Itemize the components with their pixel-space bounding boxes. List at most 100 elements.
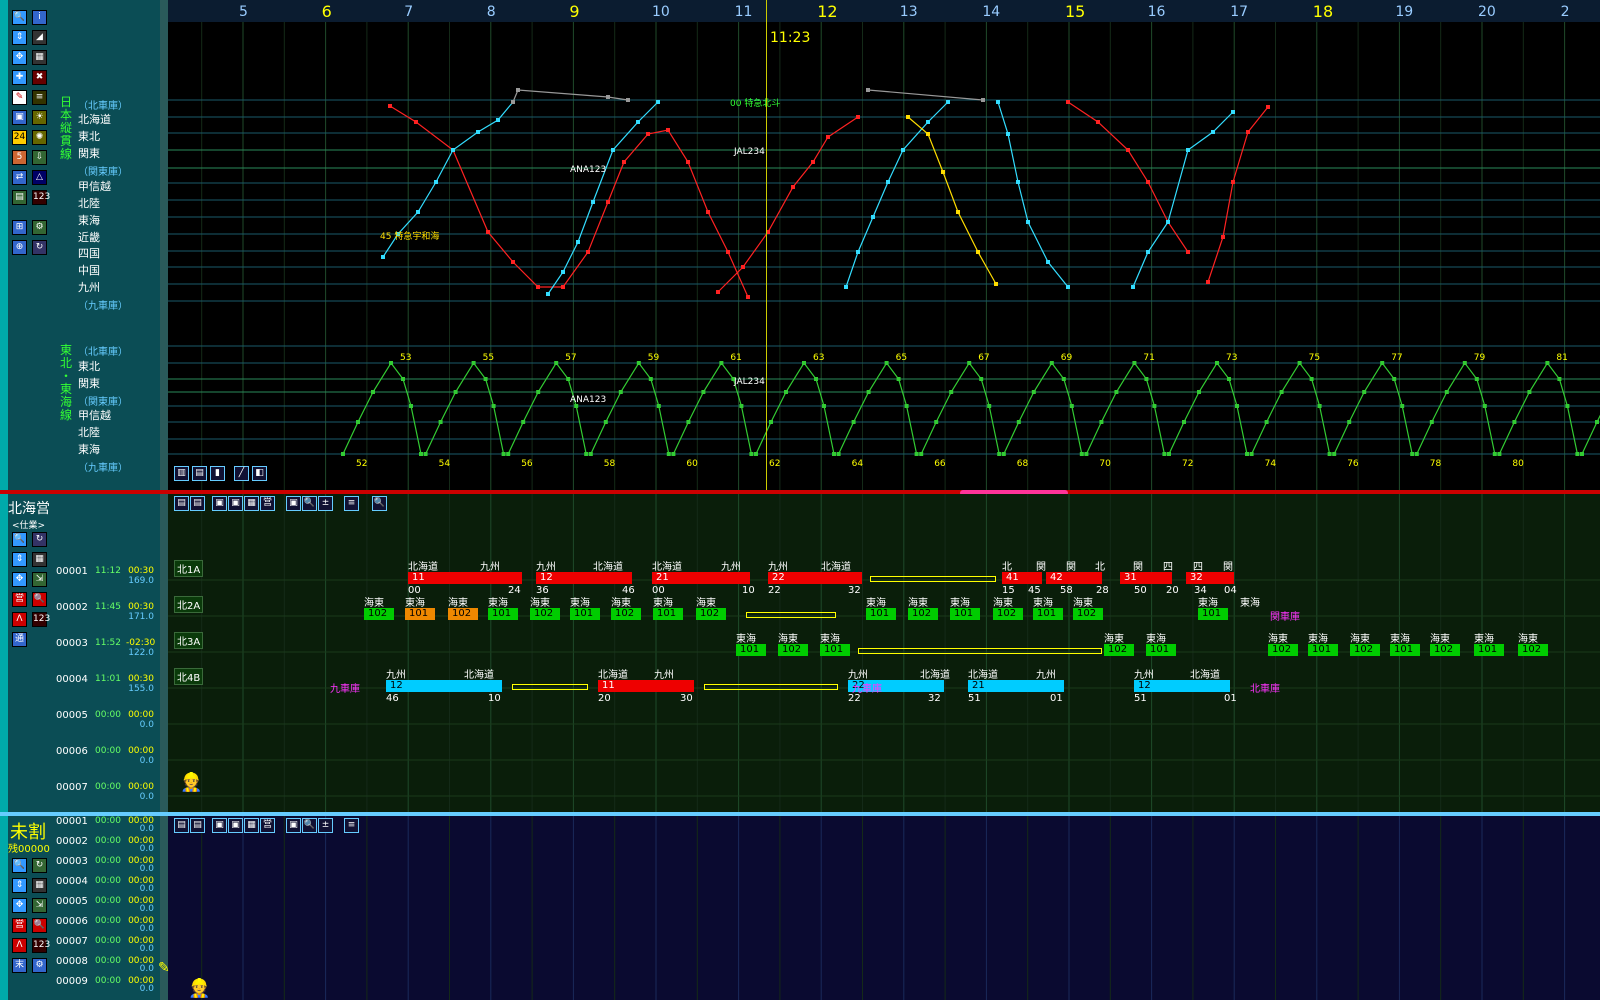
duty-bar[interactable]: 102 bbox=[993, 608, 1023, 620]
zoom-icon[interactable]: 🔍 bbox=[12, 858, 27, 873]
timeline2-icon[interactable]: ▤ bbox=[190, 496, 205, 511]
window-green-icon[interactable]: ▣ bbox=[286, 818, 301, 833]
counter-icon[interactable]: 123 bbox=[32, 612, 50, 627]
vertical-resize-icon[interactable]: ⇕ bbox=[12, 30, 27, 45]
move-icon[interactable]: ✥ bbox=[12, 898, 27, 913]
pencil-icon[interactable]: ✎ bbox=[158, 960, 170, 976]
move-icon[interactable]: ✥ bbox=[12, 50, 27, 65]
red-window-icon[interactable]: ▣ bbox=[228, 496, 243, 511]
duty-bar[interactable] bbox=[858, 648, 1102, 654]
search-icon[interactable]: 🔍 bbox=[302, 818, 317, 833]
duty-bar[interactable]: 102 bbox=[1518, 644, 1548, 656]
list-icon[interactable]: ≡ bbox=[344, 818, 359, 833]
window-green-icon[interactable]: ▣ bbox=[286, 496, 301, 511]
stamp-icon[interactable]: 営 bbox=[260, 496, 275, 511]
duty-bar[interactable]: 102 bbox=[908, 608, 938, 620]
worker-icon[interactable]: 👷 bbox=[188, 978, 210, 999]
duty-bar[interactable]: 102 bbox=[530, 608, 560, 620]
color-icon[interactable]: ◧ bbox=[252, 466, 267, 481]
duty-bar[interactable]: 12 bbox=[1134, 680, 1230, 692]
duty-bar[interactable]: 102 bbox=[448, 608, 478, 620]
duty-bar[interactable] bbox=[704, 684, 838, 690]
duty-bar[interactable]: 32 bbox=[1186, 572, 1234, 584]
duty-bar[interactable]: 102 bbox=[1104, 644, 1134, 656]
duty-bar[interactable]: 102 bbox=[696, 608, 726, 620]
red-window-icon[interactable]: ▣ bbox=[228, 818, 243, 833]
vertical-resize-icon[interactable]: ⇕ bbox=[12, 878, 27, 893]
crew-code[interactable]: 北4B bbox=[174, 668, 204, 685]
duty-bar[interactable]: 21 bbox=[652, 572, 750, 584]
train-diagram-area[interactable]: 52 54 56 58 60 62 64 66 68 70 72 74 76 78 80 53 55 57 59 61… bbox=[168, 22, 1600, 490]
zoom-icon[interactable]: 🔍 bbox=[12, 10, 27, 25]
duty-bar[interactable]: 102 bbox=[1350, 644, 1380, 656]
list-icon[interactable]: ≡ bbox=[32, 90, 47, 105]
counter-icon[interactable]: 123 bbox=[32, 938, 50, 953]
splitter-column[interactable] bbox=[160, 0, 168, 1000]
duty-bar[interactable]: 101 bbox=[570, 608, 600, 620]
export-icon[interactable]: ⇲ bbox=[32, 572, 47, 587]
duty-bar[interactable]: 102 bbox=[1430, 644, 1460, 656]
duty-bar[interactable]: 11 bbox=[598, 680, 694, 692]
calc-icon[interactable]: ± bbox=[318, 496, 333, 511]
grid-icon[interactable]: ▦ bbox=[244, 818, 259, 833]
duty-bar[interactable]: 102 bbox=[1268, 644, 1298, 656]
duty-bar[interactable]: 101 bbox=[866, 608, 896, 620]
duty-bar[interactable] bbox=[746, 612, 836, 618]
bulb-icon[interactable]: ☀ bbox=[32, 110, 47, 125]
search-red-icon[interactable]: 🔍 bbox=[32, 918, 47, 933]
duty-bar[interactable]: 21 bbox=[968, 680, 1064, 692]
duty-bar[interactable]: 101 bbox=[653, 608, 683, 620]
grid-icon[interactable]: ▦ bbox=[244, 496, 259, 511]
duty-bar[interactable]: 101 bbox=[736, 644, 766, 656]
download-icon[interactable]: ⇩ bbox=[32, 150, 47, 165]
duty-bar[interactable]: 31 bbox=[1120, 572, 1172, 584]
duty-bar[interactable]: 12 bbox=[386, 680, 502, 692]
duty-bar[interactable]: 101 bbox=[820, 644, 850, 656]
window-icon[interactable]: ▣ bbox=[212, 496, 227, 511]
calendar-icon[interactable]: 5 bbox=[12, 150, 27, 165]
duty-bar[interactable]: 101 bbox=[488, 608, 518, 620]
grid-icon[interactable]: ▦ bbox=[32, 552, 47, 567]
add-icon[interactable]: ✚ bbox=[12, 70, 27, 85]
duty-bar[interactable] bbox=[870, 576, 996, 582]
settings-icon[interactable]: ⚙ bbox=[32, 220, 47, 235]
timeline-icon[interactable]: ▤ bbox=[174, 818, 189, 833]
slash-icon[interactable]: ╱ bbox=[234, 466, 249, 481]
duty-bar[interactable]: 11 bbox=[408, 572, 522, 584]
search-red-icon[interactable]: 🔍 bbox=[32, 592, 47, 607]
duty-bar[interactable]: 42 bbox=[1046, 572, 1102, 584]
duty-bar[interactable]: 101 bbox=[1308, 644, 1338, 656]
counter-icon[interactable]: 123 bbox=[32, 190, 50, 205]
info-icon[interactable]: i bbox=[32, 10, 47, 25]
vertical-resize-icon[interactable]: ⇕ bbox=[12, 552, 27, 567]
stamp-icon[interactable]: 営 bbox=[12, 592, 27, 607]
crew-code[interactable]: 北1A bbox=[174, 560, 204, 577]
timeline2-icon[interactable]: ▤ bbox=[192, 466, 207, 481]
zoom-icon[interactable]: 🔍 bbox=[372, 496, 387, 511]
duty-bar[interactable] bbox=[512, 684, 588, 690]
graph-icon[interactable]: ◢ bbox=[32, 30, 47, 45]
duty-bar[interactable]: 101 bbox=[1033, 608, 1063, 620]
duty-bar[interactable]: 101 bbox=[1146, 644, 1176, 656]
worker-icon[interactable]: 👷 bbox=[180, 772, 202, 793]
delete-icon[interactable]: ✖ bbox=[32, 70, 47, 85]
light-icon[interactable]: ✺ bbox=[32, 130, 47, 145]
refresh-icon[interactable]: ↻ bbox=[32, 858, 47, 873]
pen-icon[interactable]: ✎ bbox=[12, 90, 27, 105]
duty-bar[interactable]: 22 bbox=[768, 572, 862, 584]
table-icon[interactable]: ▤ bbox=[12, 190, 27, 205]
timeline-icon[interactable]: ▥ bbox=[174, 466, 189, 481]
duty-bar[interactable]: 101 bbox=[1198, 608, 1228, 620]
train-icon[interactable]: ⊞ bbox=[12, 220, 27, 235]
search-icon[interactable]: 🔍 bbox=[302, 496, 317, 511]
stamp-icon[interactable]: 営 bbox=[12, 918, 27, 933]
duty-bar[interactable]: 102 bbox=[611, 608, 641, 620]
duty-bar[interactable]: 101 bbox=[1474, 644, 1504, 656]
timeline-icon[interactable]: ▤ bbox=[174, 496, 189, 511]
clock-24-icon[interactable]: 24 bbox=[12, 130, 27, 145]
refresh-icon[interactable]: ↻ bbox=[32, 240, 47, 255]
list-icon[interactable]: ≡ bbox=[344, 496, 359, 511]
window-icon[interactable]: ▣ bbox=[12, 110, 27, 125]
triangle-icon[interactable]: △ bbox=[32, 170, 47, 185]
mountain-icon[interactable]: Λ bbox=[12, 612, 27, 627]
